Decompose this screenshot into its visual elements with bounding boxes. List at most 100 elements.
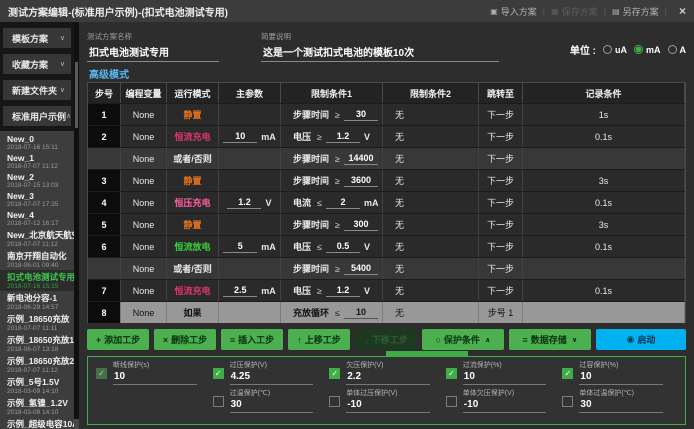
cell-over-voltage-protection-checkbox[interactable]: [329, 396, 340, 407]
condition-value-input[interactable]: 2: [326, 197, 360, 209]
under-voltage-protection-input[interactable]: 2.2: [346, 370, 430, 385]
add-icon: +: [96, 335, 101, 345]
main-param-input[interactable]: 5: [223, 241, 257, 253]
table-row[interactable]: None或者/否则步骤时间≥14400s无下一步: [88, 147, 685, 169]
plan-name: 南京开翔自动化: [7, 250, 72, 262]
table-row[interactable]: 5None静置步骤时间≥300s无下一步3s: [88, 213, 685, 235]
condition-value-input[interactable]: 1.2: [326, 131, 360, 143]
list-item[interactable]: New_22018-07-15 13:03: [0, 171, 74, 190]
plan-name: New_北京航天航空: [7, 229, 72, 241]
import-plan-button[interactable]: ▣导入方案: [490, 5, 537, 18]
condition-value-input[interactable]: 3600: [344, 175, 378, 187]
scrollbar-thumb[interactable]: [75, 62, 78, 128]
over-capacity-protection-checkbox[interactable]: ✓: [562, 368, 573, 379]
list-item[interactable]: New_42018-07-12 16:17: [0, 209, 74, 228]
list-item[interactable]: New_12018-07-07 11:12: [0, 152, 74, 171]
list-item[interactable]: 示例_18650充放12018-06-07 13:18: [0, 333, 74, 354]
protection-button[interactable]: ○保护条件∧: [422, 329, 504, 350]
over-capacity-protection-input[interactable]: 10: [579, 370, 663, 385]
condition-value-input[interactable]: 30: [344, 109, 378, 121]
unit-radio-mA[interactable]: mA: [634, 45, 661, 55]
tab-advanced-mode[interactable]: 高级模式: [87, 64, 133, 84]
over-temперature-protection-input[interactable]: 30: [230, 398, 314, 413]
plan-date: 2018-07-16 15:15: [7, 283, 72, 290]
list-item[interactable]: 示例_18650充放22018-07-07 11:12: [0, 354, 74, 375]
list-item[interactable]: 示例_氢镍_1.2V2018-03-09 14:10: [0, 396, 74, 417]
list-item[interactable]: 新电池分容-12018-06-29 14:57: [0, 291, 74, 312]
plan-desc-field: 简要说明 这是一个测试扣式电池的模板10次: [261, 31, 499, 62]
over-current-protection-input[interactable]: 10: [463, 370, 547, 385]
main-param-input[interactable]: 10: [223, 131, 257, 143]
unit-radio-label: A: [680, 45, 687, 55]
save-as-plan-button[interactable]: ▤另存方案: [612, 5, 659, 18]
list-item[interactable]: 示例_18650充放2018-07-07 11:11: [0, 312, 74, 333]
plan-desc-input[interactable]: 这是一个测试扣式电池的模板10次: [261, 43, 499, 62]
unit-radio-uA[interactable]: uA: [603, 45, 627, 55]
cell-over-temperature-protection-checkbox[interactable]: [562, 396, 573, 407]
plan-date: 2018-06-29 14:57: [7, 304, 72, 311]
sidebar-section-favorite-plans[interactable]: 收藏方案∨: [3, 54, 71, 74]
over-current-protection-checkbox[interactable]: ✓: [446, 368, 457, 379]
sidebar-section-standard-user-examples[interactable]: 标准用户示例∧: [3, 106, 71, 126]
list-item[interactable]: 南京开翔自动化2018-06-01 09:40: [0, 249, 74, 270]
condition-value-input[interactable]: 5400: [344, 263, 378, 275]
mode-label: 静置: [183, 218, 201, 231]
plan-name-input[interactable]: 扣式电池测试专用: [87, 43, 219, 62]
line-break-protection-input[interactable]: 10: [113, 370, 197, 385]
start-button[interactable]: ◉启动: [596, 329, 686, 350]
condition-value-input[interactable]: 10: [344, 307, 378, 319]
cell-over-temperature-protection-input[interactable]: 30: [579, 398, 663, 413]
over-voltage-protection-checkbox[interactable]: ✓: [213, 368, 224, 379]
table-row[interactable]: 4None恒压充电1.2V电流≤2mA无下一步0.1s: [88, 191, 685, 213]
insert-step-button[interactable]: ≡插入工步: [221, 329, 283, 350]
table-row[interactable]: 3None静置步骤时间≥3600s无下一步3s: [88, 169, 685, 191]
data-storage-button[interactable]: ≡数据存储∨: [509, 329, 591, 350]
mode-label: 或者/否则: [173, 152, 212, 165]
table-row[interactable]: 1None静置步骤时间≥30s无下一步1s: [88, 103, 685, 125]
list-item[interactable]: New_02018-07-16 15:11: [0, 133, 74, 152]
jump-to-cell: 下一步: [479, 280, 523, 301]
move-up-button[interactable]: ↑上移工步: [288, 329, 350, 350]
list-item[interactable]: New_北京航天航空2018-07-07 11:12: [0, 228, 74, 249]
mode-label: 恒流放电: [174, 240, 210, 253]
condition-value-input[interactable]: 1.2: [326, 285, 360, 297]
close-button[interactable]: ×: [679, 4, 686, 18]
main-param-input[interactable]: 2.5: [223, 285, 257, 297]
sidebar-section-template-plans[interactable]: 模板方案∨: [3, 28, 71, 48]
variable-cell: None: [121, 236, 167, 257]
table-row[interactable]: 8None如果充放循环≤10无步号 1: [88, 301, 685, 323]
record-condition-cell: 0.1s: [523, 236, 685, 257]
record-condition-cell: [523, 302, 685, 323]
condition-value-input[interactable]: 0.5: [326, 241, 360, 253]
table-row[interactable]: 6None恒流放电5mA电压≤0.5V无下一步0.1s: [88, 235, 685, 257]
condition-value-input[interactable]: 14400: [344, 153, 378, 165]
list-item[interactable]: 示例_5号1.5V2018-03-09 14:10: [0, 375, 74, 396]
unit-radio-A[interactable]: A: [668, 45, 687, 55]
cell-under-voltage-protection-checkbox[interactable]: [446, 396, 457, 407]
add-step-button[interactable]: +添加工步: [87, 329, 149, 350]
list-item[interactable]: 扣式电池测试专用2018-07-16 15:15: [0, 270, 74, 291]
plan-name: 新电池分容-1: [7, 292, 72, 304]
condition-name: 步骤时间: [293, 218, 329, 231]
under-voltage-protection-checkbox[interactable]: ✓: [329, 368, 340, 379]
sidebar-section-new-folder[interactable]: 新建文件夹∨: [3, 80, 71, 100]
title-bar: 测试方案编辑-(标准用户示例)-(扣式电池测试专用) ▣导入方案|▦保存方案|▤…: [0, 0, 694, 22]
condition-value-input[interactable]: 300: [344, 219, 378, 231]
delete-step-button[interactable]: ×删除工步: [154, 329, 216, 350]
table-row[interactable]: 7None恒流充电2.5mA电压≥1.2V无下一步0.1s: [88, 279, 685, 301]
jump-to-cell: 下一步: [479, 192, 523, 213]
over-voltage-protection-input[interactable]: 4.25: [230, 370, 314, 385]
chevron-down-icon: ∨: [60, 60, 65, 68]
condition-name: 充放循环: [293, 306, 329, 319]
list-item[interactable]: New_32018-07-07 17:35: [0, 190, 74, 209]
save-plan-button: ▦保存方案: [551, 5, 598, 18]
limit-condition-1-cell: 电流≤2mA: [281, 192, 383, 213]
cell-over-voltage-protection-input[interactable]: -10: [346, 398, 430, 413]
over-temперature-protection-checkbox[interactable]: [213, 396, 224, 407]
table-row[interactable]: 2None恒流充电10mA电压≥1.2V无下一步0.1s: [88, 125, 685, 147]
table-row[interactable]: None或者/否则步骤时间≥5400s无下一步: [88, 257, 685, 279]
list-item[interactable]: 示例_超级电容10A2018-03-09 14:10: [0, 417, 74, 429]
main-param-input[interactable]: 1.2: [227, 197, 261, 209]
tab-bar: 高级模式: [87, 64, 686, 82]
cell-under-voltage-protection-input[interactable]: -10: [463, 398, 547, 413]
